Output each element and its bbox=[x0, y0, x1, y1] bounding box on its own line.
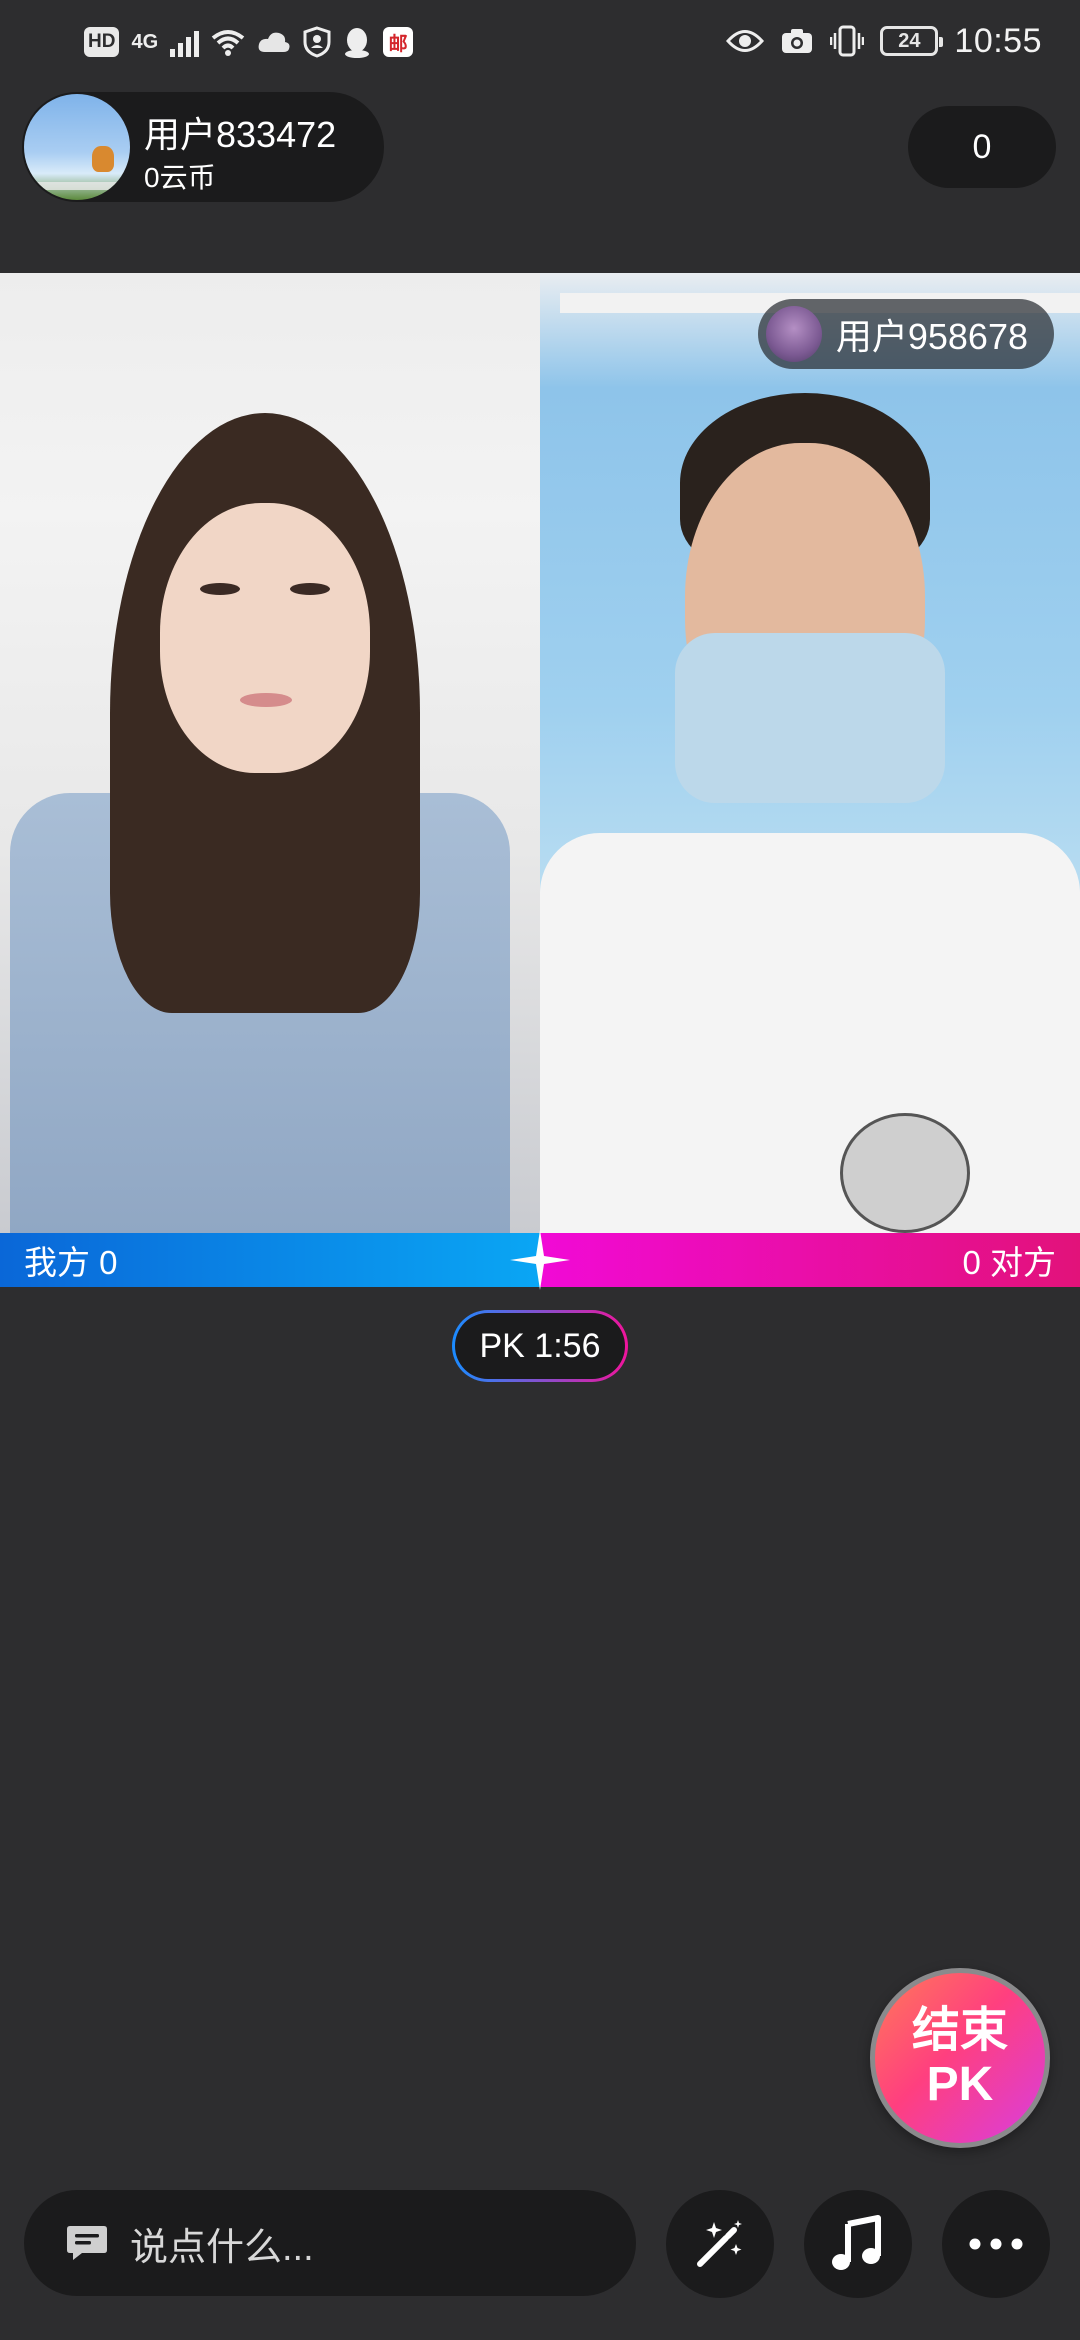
network-type: 4G bbox=[131, 30, 159, 53]
chat-placeholder: 说点什么... bbox=[130, 2226, 314, 2269]
audience-count-pill[interactable]: 0 bbox=[908, 106, 1056, 188]
camera-icon bbox=[782, 29, 813, 53]
local-video-pane bbox=[0, 273, 540, 1233]
pk-opponent-side: 0 对方 bbox=[540, 1233, 1080, 1287]
pk-timer-text: PK 1:56 bbox=[455, 1313, 625, 1379]
hd-badge: HD bbox=[84, 27, 120, 57]
end-pk-line1: 结束 bbox=[911, 2004, 1008, 2057]
end-pk-line2: PK bbox=[926, 2058, 994, 2111]
shield-icon bbox=[303, 26, 331, 58]
magic-wand-icon bbox=[697, 2220, 742, 2267]
status-left: HD 4G 邮 bbox=[84, 20, 414, 64]
music-note-icon bbox=[832, 2215, 881, 2270]
host-user-pill[interactable]: 用户833472 0云币 bbox=[22, 92, 384, 202]
qq-penguin-icon bbox=[345, 28, 370, 58]
host-coin-balance: 0云币 bbox=[144, 162, 216, 193]
sparkle-icon bbox=[510, 1230, 570, 1290]
vibrate-icon bbox=[830, 25, 865, 57]
more-options-button[interactable] bbox=[942, 2190, 1050, 2298]
music-button[interactable] bbox=[804, 2190, 912, 2298]
local-video-person bbox=[0, 273, 540, 1233]
remote-video-person bbox=[540, 273, 1080, 1233]
battery-level: 24 bbox=[898, 29, 921, 52]
pk-live-screen: HD 4G 邮 24 10:55 用户833472 0云币 0 用户958678… bbox=[0, 0, 1080, 2340]
wifi-icon bbox=[211, 30, 245, 56]
cloud-icon bbox=[258, 32, 290, 52]
message-icon bbox=[67, 2226, 107, 2260]
clock: 10:55 bbox=[954, 21, 1042, 60]
status-bar: HD 4G 邮 24 10:55 bbox=[0, 0, 1080, 84]
host-user-name: 用户833472 bbox=[144, 114, 337, 155]
remote-video-pane: 用户958678 bbox=[540, 273, 1080, 1233]
beauty-effects-button[interactable] bbox=[666, 2190, 774, 2298]
pk-opponent-score: 0 对方 bbox=[962, 1244, 1056, 1281]
eye-icon bbox=[726, 30, 765, 52]
more-icon bbox=[969, 2238, 1023, 2250]
status-right: 24 10:55 bbox=[726, 18, 1042, 64]
remote-user-tag[interactable]: 用户958678 bbox=[757, 299, 1054, 369]
chat-input[interactable]: 说点什么... bbox=[24, 2190, 636, 2296]
battery-icon: 24 bbox=[880, 26, 944, 56]
remote-user-name: 用户958678 bbox=[835, 316, 1028, 357]
remote-avatar[interactable] bbox=[765, 306, 822, 362]
end-pk-button[interactable]: 结束 PK bbox=[870, 1968, 1050, 2148]
pk-our-score: 我方 0 bbox=[24, 1244, 118, 1281]
signal-icon bbox=[170, 27, 200, 57]
pk-timer: PK 1:56 bbox=[452, 1310, 628, 1382]
pk-our-side: 我方 0 bbox=[0, 1233, 540, 1287]
mail-app-badge: 邮 bbox=[383, 27, 414, 57]
host-avatar[interactable] bbox=[24, 94, 130, 200]
